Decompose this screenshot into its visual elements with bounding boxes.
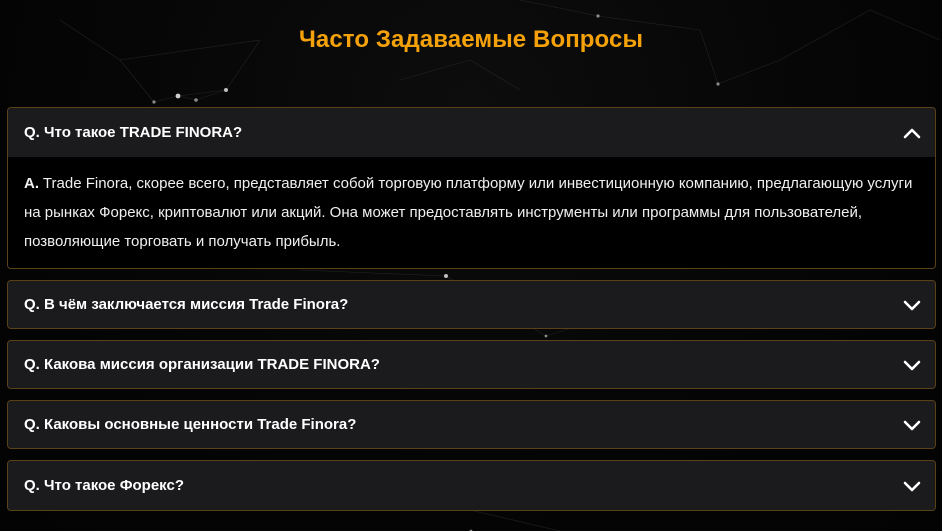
faq-question-toggle[interactable]: Q. В чём заключается миссия Trade Finora…: [8, 281, 935, 328]
faq-item: Q. Что такое TRADE FINORA? A. Trade Fino…: [7, 107, 936, 269]
faq-question-text: Q. Что такое Форекс?: [24, 477, 184, 494]
chevron-up-icon[interactable]: [903, 127, 921, 139]
faq-item: Q. Каковы основные ценности Trade Finora…: [7, 400, 936, 449]
faq-question-toggle[interactable]: Q. Каковы основные ценности Trade Finora…: [8, 401, 935, 448]
answer-text: Trade Finora, скорее всего, представляет…: [24, 175, 913, 250]
faq-question-toggle[interactable]: Q. Что такое Форекс?: [8, 461, 935, 510]
faq-question-text: Q. В чём заключается миссия Trade Finora…: [24, 296, 349, 313]
faq-item: Q. В чём заключается миссия Trade Finora…: [7, 280, 936, 329]
faq-list: Q. Что такое TRADE FINORA? A. Trade Fino…: [7, 107, 936, 522]
faq-question-text: Q. Каковы основные ценности Trade Finora…: [24, 416, 357, 433]
faq-item: Q. Что такое Форекс?: [7, 460, 936, 511]
chevron-down-icon[interactable]: [903, 419, 921, 431]
faq-section: Часто Задаваемые Вопросы Q. Что такое TR…: [0, 0, 942, 531]
faq-question-text: Q. Какова миссия организации TRADE FINOR…: [24, 356, 380, 373]
faq-answer: A. Trade Finora, скорее всего, представл…: [8, 157, 935, 268]
page-title: Часто Задаваемые Вопросы: [298, 26, 644, 53]
answer-label: A.: [24, 175, 39, 192]
chevron-down-icon[interactable]: [903, 480, 921, 492]
faq-question-text: Q. Что такое TRADE FINORA?: [24, 124, 243, 141]
faq-question-toggle[interactable]: Q. Какова миссия организации TRADE FINOR…: [8, 341, 935, 388]
chevron-down-icon[interactable]: [903, 359, 921, 371]
faq-question-toggle[interactable]: Q. Что такое TRADE FINORA?: [8, 108, 935, 157]
faq-item: Q. Какова миссия организации TRADE FINOR…: [7, 340, 936, 389]
chevron-down-icon[interactable]: [903, 299, 921, 311]
